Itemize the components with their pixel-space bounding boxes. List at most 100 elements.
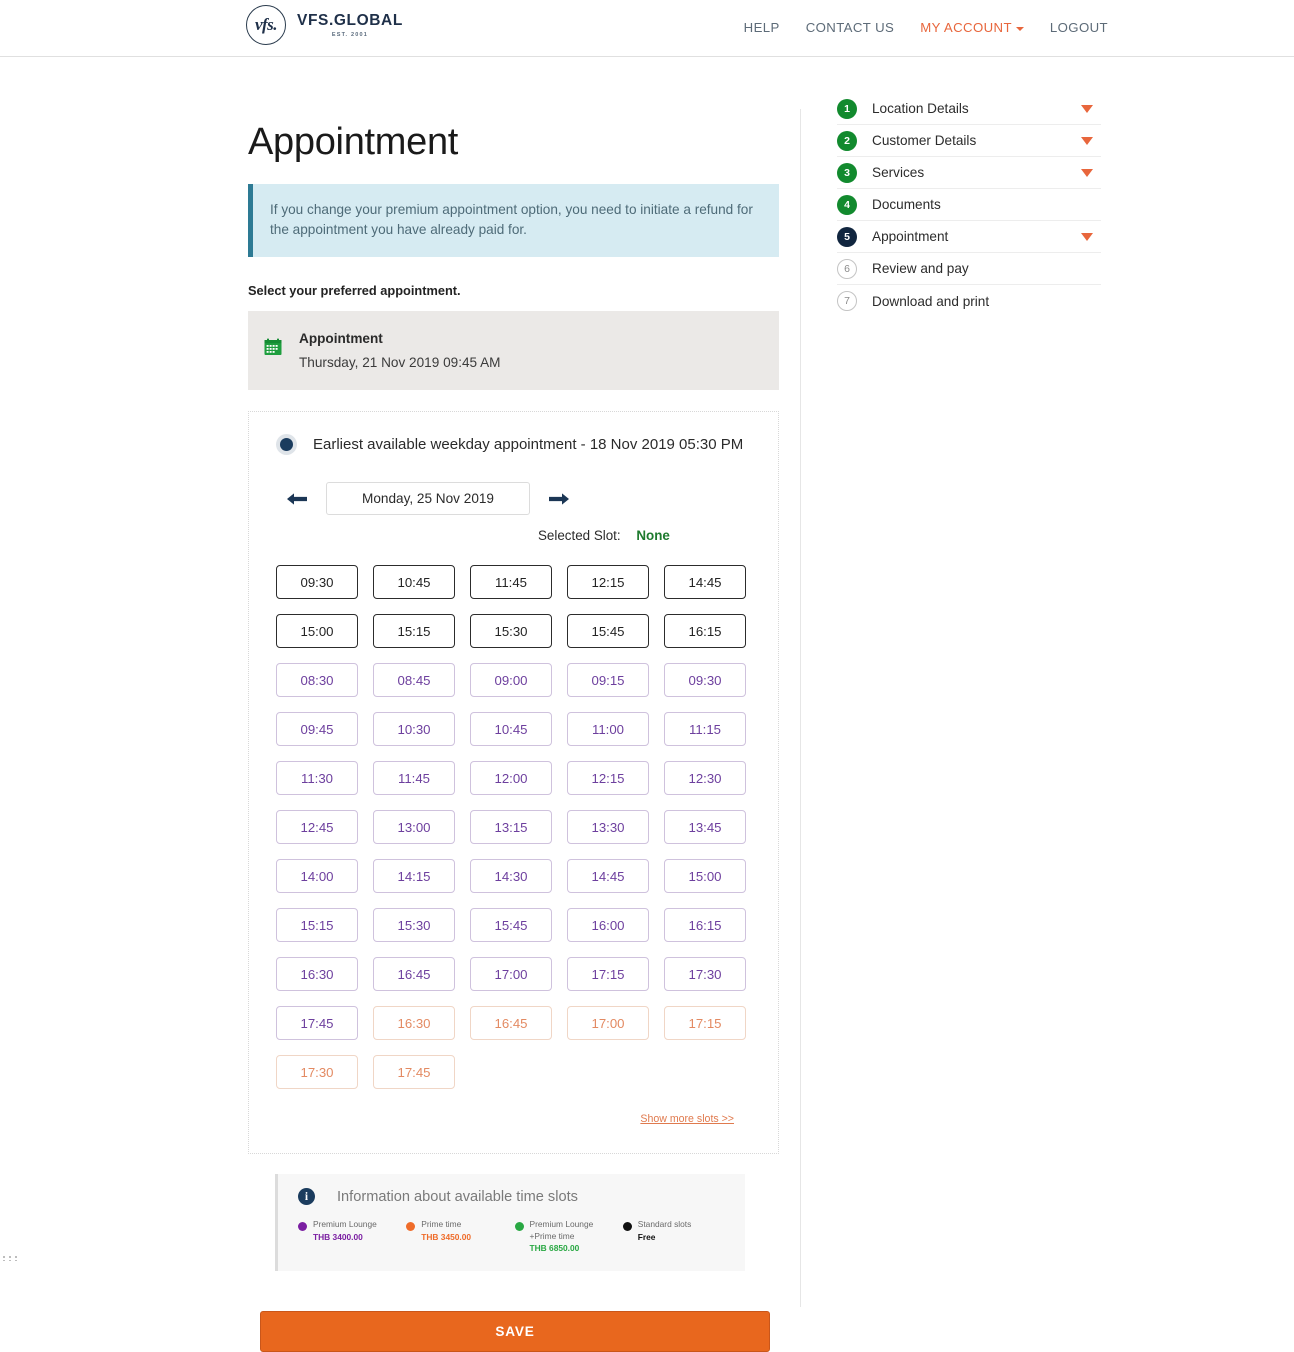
time-slot-prime[interactable]: 17:15	[664, 1006, 746, 1041]
nav-item-contact-us[interactable]: CONTACT US	[806, 20, 895, 35]
step-label: Appointment	[872, 229, 949, 244]
sidebar-step-customer-details[interactable]: 2 Customer Details	[837, 125, 1101, 157]
save-button[interactable]: SAVE	[260, 1311, 770, 1352]
nav-item-help[interactable]: HELP	[744, 20, 780, 35]
time-slot-standard[interactable]: 10:45	[373, 565, 455, 600]
time-slot-standard[interactable]: 16:15	[664, 614, 746, 649]
legend-item-name: Premium Lounge	[313, 1219, 377, 1230]
earliest-appointment-label: Earliest available weekday appointment -…	[313, 436, 744, 454]
time-slot-premium[interactable]: 09:15	[567, 663, 649, 698]
next-day-button[interactable]	[548, 492, 570, 506]
selected-slot-status: Selected Slot: None	[538, 528, 758, 543]
time-slot-standard[interactable]: 12:15	[567, 565, 649, 600]
legend-item-price: THB 6850.00	[529, 1243, 580, 1254]
time-slot-premium[interactable]: 14:00	[276, 859, 358, 894]
time-slot-standard[interactable]: 15:15	[373, 614, 455, 649]
time-slot-premium[interactable]: 13:15	[470, 810, 552, 845]
time-slot-premium[interactable]: 15:00	[664, 859, 746, 894]
legend-item: Standard slots Free	[622, 1219, 731, 1255]
legend-item-name: Premium Lounge +Prime time	[529, 1219, 594, 1241]
step-list: 1 Location Details 2 Customer Details 3 Servi…	[837, 93, 1101, 317]
time-slot-prime[interactable]: 16:45	[470, 1006, 552, 1041]
time-slot-premium[interactable]: 14:30	[470, 859, 552, 894]
show-more-slots-link[interactable]: Show more slots >>	[640, 1113, 734, 1125]
time-slot-premium[interactable]: 15:45	[470, 908, 552, 943]
chevron-down-icon[interactable]	[1081, 136, 1093, 145]
time-slot-premium[interactable]: 10:30	[373, 712, 455, 747]
step-number-badge: 7	[837, 291, 857, 311]
time-slot-premium[interactable]: 17:30	[664, 957, 746, 992]
time-slot-premium[interactable]: 08:30	[276, 663, 358, 698]
sidebar-step-documents[interactable]: 4 Documents	[837, 189, 1101, 221]
time-slot-standard[interactable]: 14:45	[664, 565, 746, 600]
time-slot-premium[interactable]: 11:45	[373, 761, 455, 796]
slot-legend: i Information about available time slots…	[275, 1174, 745, 1271]
time-slot-premium[interactable]: 16:30	[276, 957, 358, 992]
current-appointment-card: Appointment Thursday, 21 Nov 2019 09:45 …	[248, 311, 779, 391]
time-slot-premium[interactable]: 08:45	[373, 663, 455, 698]
time-slot-premium[interactable]: 17:15	[567, 957, 649, 992]
nav-item-logout[interactable]: LOGOUT	[1050, 20, 1108, 35]
sidebar-step-review-and-pay[interactable]: 6 Review and pay	[837, 253, 1101, 285]
time-slot-premium[interactable]: 15:15	[276, 908, 358, 943]
time-slot-premium[interactable]: 11:15	[664, 712, 746, 747]
time-slot-prime[interactable]: 17:45	[373, 1055, 455, 1090]
earliest-appointment-option[interactable]: Earliest available weekday appointment -…	[276, 434, 758, 456]
time-slot-premium[interactable]: 12:00	[470, 761, 552, 796]
current-date-display[interactable]: Monday, 25 Nov 2019	[326, 482, 530, 516]
chevron-down-icon[interactable]	[1081, 104, 1093, 113]
chevron-down-icon[interactable]	[1081, 168, 1093, 177]
time-slot-premium[interactable]: 11:00	[567, 712, 649, 747]
chevron-down-icon[interactable]	[1081, 232, 1093, 241]
time-slot-standard[interactable]: 15:00	[276, 614, 358, 649]
legend-item-price: THB 3450.00	[421, 1231, 472, 1242]
sidebar-step-location-details[interactable]: 1 Location Details	[837, 93, 1101, 125]
step-label: Review and pay	[872, 261, 969, 276]
time-slot-premium[interactable]: 15:30	[373, 908, 455, 943]
logo-mark-text: vfs.	[254, 15, 278, 34]
show-more-slots-container: Show more slots >>	[276, 1109, 758, 1127]
sidebar-step-services[interactable]: 3 Services	[837, 157, 1101, 189]
time-slot-premium[interactable]: 09:30	[664, 663, 746, 698]
time-slot-premium[interactable]: 12:15	[567, 761, 649, 796]
time-slot-standard[interactable]: 11:45	[470, 565, 552, 600]
time-slot-premium[interactable]: 17:00	[470, 957, 552, 992]
time-slot-premium[interactable]: 13:30	[567, 810, 649, 845]
time-slot-grid: 09:30 10:45 11:45 12:15 14:45 15:00 15:15 15:30…	[276, 565, 758, 1090]
radio-button-earliest[interactable]	[276, 434, 297, 456]
step-number-badge: 1	[837, 98, 857, 119]
time-slot-premium[interactable]: 13:00	[373, 810, 455, 845]
time-slot-prime[interactable]: 17:30	[276, 1055, 358, 1090]
sidebar-step-download-and-print[interactable]: 7 Download and print	[837, 285, 1101, 317]
time-slot-premium[interactable]: 13:45	[664, 810, 746, 845]
time-slot-prime[interactable]: 16:30	[373, 1006, 455, 1041]
logo-established: EST. 2001	[331, 32, 369, 38]
time-slot-premium[interactable]: 16:15	[664, 908, 746, 943]
time-slot-standard[interactable]: 09:30	[276, 565, 358, 600]
legend-color-dot-icon	[298, 1222, 307, 1232]
time-slot-premium[interactable]: 16:45	[373, 957, 455, 992]
time-slot-premium[interactable]: 14:45	[567, 859, 649, 894]
time-slot-standard[interactable]: 15:45	[567, 614, 649, 649]
time-slot-premium[interactable]: 16:00	[567, 908, 649, 943]
legend-color-dot-icon	[406, 1222, 416, 1232]
site-logo[interactable]: vfs. VFS.GLOBAL EST. 2001	[246, 5, 403, 45]
legend-item: Premium Lounge +Prime time THB 6850.00	[514, 1219, 623, 1255]
time-slot-prime[interactable]: 17:00	[567, 1006, 649, 1041]
nav-item-my-account[interactable]: MY ACCOUNT	[920, 20, 1024, 35]
time-slot-premium[interactable]: 09:45	[276, 712, 358, 747]
legend-item: Prime time THB 3450.00	[406, 1219, 514, 1255]
previous-day-button[interactable]	[286, 492, 308, 506]
time-slot-premium[interactable]: 10:45	[470, 712, 552, 747]
appointment-card-label: Appointment	[299, 331, 383, 347]
time-slot-premium[interactable]: 11:30	[276, 761, 358, 796]
resize-handle-dots-icon	[3, 1256, 19, 1261]
time-slot-premium[interactable]: 09:00	[470, 663, 552, 698]
time-slot-premium[interactable]: 17:45	[276, 1006, 358, 1041]
time-slot-premium[interactable]: 12:45	[276, 810, 358, 845]
step-number-badge: 6	[837, 258, 857, 279]
time-slot-premium[interactable]: 14:15	[373, 859, 455, 894]
sidebar-step-appointment[interactable]: 5 Appointment	[837, 221, 1101, 253]
time-slot-premium[interactable]: 12:30	[664, 761, 746, 796]
time-slot-standard[interactable]: 15:30	[470, 614, 552, 649]
